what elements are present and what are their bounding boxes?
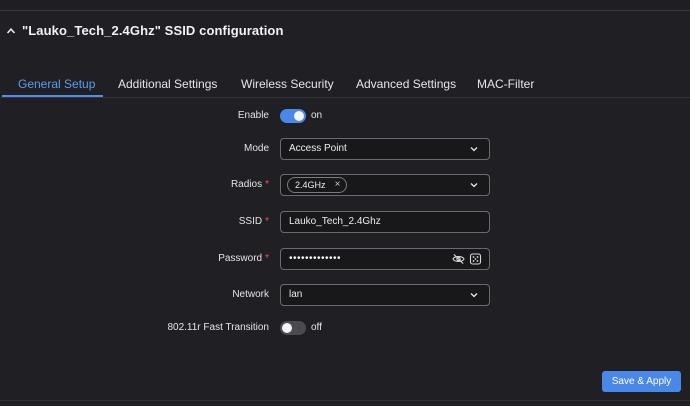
fast-transition-state-text: off: [311, 322, 322, 333]
network-value: lan: [289, 289, 303, 300]
ssid-label: SSID *: [238, 216, 269, 227]
fast-transition-label: 802.11r Fast Transition: [167, 322, 269, 333]
required-mark: *: [265, 216, 269, 227]
required-mark: *: [265, 253, 269, 264]
password-label: Password *: [218, 253, 269, 264]
mode-select[interactable]: Access Point: [280, 138, 490, 160]
password-input[interactable]: •••••••••••••: [280, 248, 490, 270]
enable-state-text: on: [311, 110, 323, 121]
ssid-value: Lauko_Tech_2.4Ghz: [289, 216, 381, 227]
network-select[interactable]: lan: [280, 284, 490, 306]
mode-row: Mode Access Point: [0, 138, 690, 160]
required-mark: *: [265, 179, 269, 190]
radios-row: Radios * 2.4GHz ×: [0, 174, 690, 196]
tab-general-setup[interactable]: General Setup: [18, 64, 95, 98]
chevron-down-icon: [470, 147, 478, 152]
network-label: Network: [232, 289, 269, 300]
chevron-up-icon[interactable]: [6, 26, 16, 36]
section-title: "Lauko_Tech_2.4Ghz" SSID configuration: [22, 23, 284, 38]
password-row: Password * •••••••••••••: [0, 248, 690, 270]
network-row: Network lan: [0, 284, 690, 306]
chevron-down-icon: [470, 293, 478, 298]
mode-value: Access Point: [289, 143, 347, 154]
enable-label: Enable: [237, 110, 269, 121]
ssid-input[interactable]: Lauko_Tech_2.4Ghz: [280, 211, 490, 233]
save-apply-button[interactable]: Save & Apply: [602, 371, 681, 392]
mode-label: Mode: [243, 143, 269, 154]
chip-remove-icon[interactable]: ×: [335, 178, 341, 192]
tab-advanced-settings[interactable]: Advanced Settings: [356, 64, 456, 98]
ssid-config-panel: "Lauko_Tech_2.4Ghz" SSID configuration G…: [0, 11, 690, 406]
enable-row: Enable on: [0, 105, 690, 127]
tab-wireless-security[interactable]: Wireless Security: [241, 64, 334, 98]
ssid-row: SSID * Lauko_Tech_2.4Ghz: [0, 211, 690, 233]
chip-label: 2.4GHz: [295, 180, 326, 190]
radios-label: Radios *: [230, 179, 269, 190]
tab-mac-filter[interactable]: MAC-Filter: [477, 64, 534, 98]
radios-multiselect[interactable]: 2.4GHz ×: [280, 174, 490, 196]
password-value: •••••••••••••: [289, 253, 342, 264]
fast-transition-toggle[interactable]: [280, 321, 306, 335]
tab-additional-settings[interactable]: Additional Settings: [118, 64, 217, 98]
toggle-knob: [294, 111, 304, 121]
toggle-knob: [282, 323, 292, 333]
enable-toggle[interactable]: [280, 109, 306, 123]
tab-bar: General Setup Additional Settings Wirele…: [0, 64, 690, 98]
fast-transition-row: 802.11r Fast Transition off: [0, 317, 690, 339]
radio-chip-2-4ghz: 2.4GHz ×: [287, 177, 347, 193]
top-bar: [0, 0, 690, 11]
dice-icon[interactable]: [469, 253, 482, 265]
eye-off-icon[interactable]: [452, 253, 465, 265]
divider: [0, 400, 690, 401]
active-tab-indicator: [2, 95, 103, 97]
chevron-down-icon: [470, 183, 478, 188]
